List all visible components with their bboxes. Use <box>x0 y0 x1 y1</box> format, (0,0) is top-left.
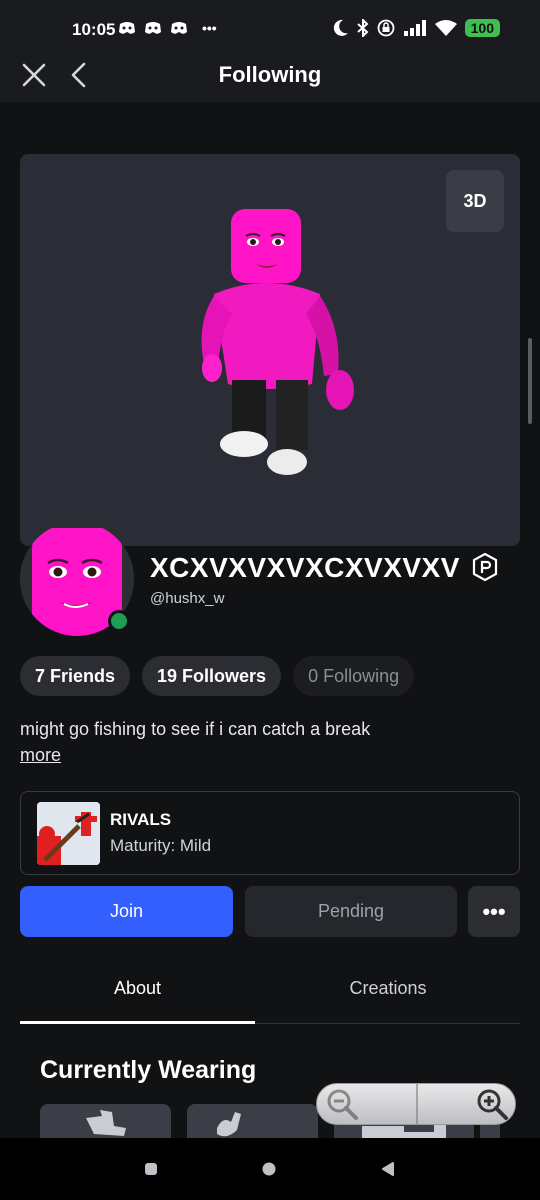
discord-icon <box>171 22 187 34</box>
followers-chip[interactable]: 19 Followers <box>142 656 282 696</box>
online-status-indicator <box>108 610 130 632</box>
game-thumbnail-art <box>37 802 100 865</box>
discord-icon <box>119 22 135 34</box>
bio-text: might go fishing to see if i can catch a… <box>20 719 371 739</box>
scrollbar-thumb[interactable] <box>528 338 532 424</box>
top-nav-bar: Following <box>0 48 540 102</box>
display-name: XCXVXVXVXCXVXVXV <box>150 552 460 583</box>
discord-icon <box>145 22 161 34</box>
pending-button[interactable]: Pending <box>245 886 457 937</box>
username: @hushx_w <box>150 590 225 607</box>
active-tab-indicator <box>20 1021 255 1024</box>
zoom-out-icon <box>327 1089 358 1120</box>
current-game-card[interactable]: RIVALS Maturity: Mild <box>20 791 520 875</box>
avatar-viewer[interactable]: 3D <box>20 154 520 546</box>
section-title-currently-wearing: Currently Wearing <box>40 1056 257 1084</box>
zoom-in-button[interactable] <box>418 1084 515 1124</box>
wifi-icon <box>434 20 457 36</box>
zoom-control <box>316 1083 516 1125</box>
signal-icon <box>403 20 426 36</box>
more-options-button[interactable]: ••• <box>468 886 520 937</box>
notification-icons: ••• <box>118 20 217 36</box>
following-chip[interactable]: 0 Following <box>293 656 415 696</box>
bluetooth-icon <box>356 19 369 37</box>
page-title: Following <box>218 62 322 87</box>
status-time: 10:05 <box>72 20 116 39</box>
bio-more-link[interactable]: more <box>20 745 61 766</box>
back-icon[interactable] <box>381 1162 395 1176</box>
battery-indicator: 100 <box>464 19 500 37</box>
avatar-figure <box>201 209 354 475</box>
tab-creations[interactable]: Creations <box>262 978 514 999</box>
zoom-out-button[interactable] <box>317 1084 418 1124</box>
game-maturity: Maturity: Mild <box>110 836 212 855</box>
system-icons: 100 <box>333 19 500 37</box>
friends-chip[interactable]: 7 Friends <box>20 656 131 696</box>
home-icon[interactable] <box>262 1162 276 1176</box>
moon-icon <box>333 19 348 36</box>
recents-icon[interactable] <box>144 1162 158 1176</box>
join-button[interactable]: Join <box>20 886 233 937</box>
game-thumbnail <box>37 802 100 865</box>
system-navigation-bar <box>0 1138 540 1200</box>
zoom-in-icon <box>477 1089 508 1120</box>
social-stats: 7 Friends 19 Followers 0 Following <box>20 656 415 696</box>
lock-rotation-icon <box>377 19 395 37</box>
tab-about[interactable]: About <box>20 978 255 999</box>
game-title: RIVALS <box>110 810 172 829</box>
verified-badge-icon[interactable] <box>472 553 498 581</box>
overflow-notifications-icon: ••• <box>202 20 217 36</box>
